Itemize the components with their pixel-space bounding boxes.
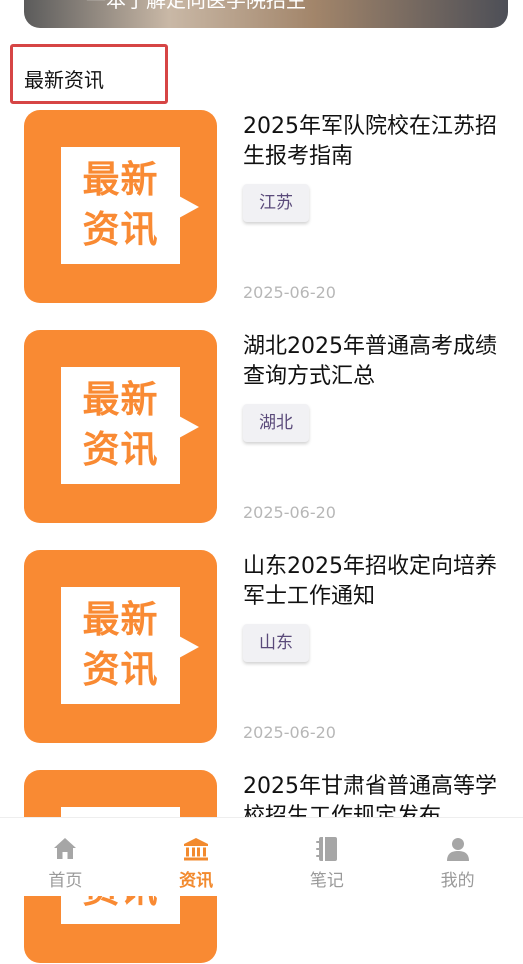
thumbnail-text: 最新 资讯 [61,595,180,695]
news-item[interactable]: 最新 资讯 山东2025年招收定向培养军士工作通知 山东 2025-06-20 [0,550,523,744]
bank-icon [184,838,209,861]
news-date: 2025-06-20 [243,503,336,522]
news-item[interactable]: 最新 资讯 2025年军队院校在江苏招生报考指南 江苏 2025-06-20 [0,110,523,304]
news-title[interactable]: 湖北2025年普通高考成绩查询方式汇总 [243,332,503,392]
home-icon [54,838,77,859]
tab-mine[interactable]: 我的 [392,818,523,896]
user-icon [446,838,469,861]
thumbnail-line2: 资讯 [82,648,159,691]
bottom-tab-bar: 首页 资讯 笔记 我的 [0,817,523,896]
news-thumbnail: 最新 资讯 [24,110,217,303]
news-title[interactable]: 山东2025年招收定向培养军士工作通知 [243,552,503,612]
tab-notes-label: 笔记 [309,871,344,891]
thumbnail-arrow [179,636,199,658]
thumbnail-text: 最新 资讯 [61,375,180,475]
notebook-icon [315,837,337,861]
tab-news[interactable]: 资讯 [131,818,262,896]
thumbnail-line1: 最新 [82,158,159,201]
tab-home[interactable]: 首页 [0,818,131,896]
news-thumbnail: 最新 资讯 [24,550,217,743]
thumbnail-line1: 最新 [82,378,159,421]
top-banner[interactable]: 一本了解定向医学院招生 [24,0,508,28]
news-tag[interactable]: 湖北 [243,404,309,442]
thumbnail-text: 最新 资讯 [61,155,180,255]
tab-home-label: 首页 [48,871,83,891]
news-thumbnail: 最新 资讯 [24,330,217,523]
thumbnail-line2: 资讯 [82,208,159,251]
news-tag[interactable]: 江苏 [243,184,309,222]
thumbnail-line2: 资讯 [82,428,159,471]
news-item[interactable]: 最新 资讯 湖北2025年普通高考成绩查询方式汇总 湖北 2025-06-20 [0,330,523,524]
banner-text: 一本了解定向医学院招生 [86,0,306,12]
news-date: 2025-06-20 [243,283,336,302]
section-title: 最新资讯 [24,68,104,92]
tab-mine-label: 我的 [440,871,475,891]
news-title[interactable]: 2025年军队院校在江苏招生报考指南 [243,112,503,172]
thumbnail-arrow [179,196,199,218]
tab-news-label: 资讯 [179,871,214,891]
news-tag[interactable]: 山东 [243,624,309,662]
tab-notes[interactable]: 笔记 [262,818,393,896]
news-date: 2025-06-20 [243,723,336,742]
thumbnail-line1: 最新 [82,598,159,641]
thumbnail-arrow [179,416,199,438]
